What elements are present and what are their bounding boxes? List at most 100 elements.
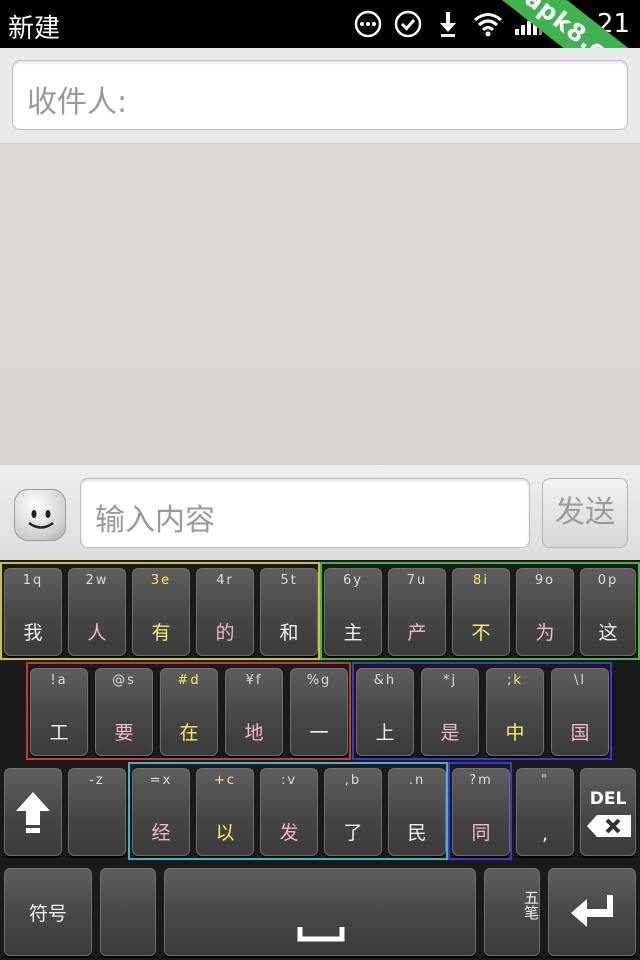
key-he[interactable]: 5t 和 [260,568,318,656]
recipient-bar: 收件人: [0,48,640,144]
key-sub-label: -z [89,773,105,788]
key-chan[interactable]: 7u 产 [388,568,446,656]
key-main-label: 我 [23,622,43,644]
key-main-label: 人 [87,622,107,644]
compose-bar: 输入内容 发送 [0,464,640,560]
key-sub-label: 8i [473,573,489,588]
key-main-label: 和 [279,622,299,644]
key-sub-label: *j [442,673,458,688]
key-main-label: 不 [471,622,491,644]
key-tong[interactable]: ?m 同 [452,768,510,856]
key-zhe[interactable]: 0p 这 [580,568,636,656]
smiley-icon[interactable] [14,489,66,541]
key-sub-label: 5t [280,573,298,588]
key-main-label: 民 [407,822,427,844]
key-main-label: 为 [535,622,555,644]
key-sub-label: 7u [406,573,428,588]
key-sub-label: ?m [469,773,493,788]
key-you[interactable]: 3e 有 [132,568,190,656]
key-bu[interactable]: 8i 不 [452,568,510,656]
key-sub-label: 4r [216,573,234,588]
key-yao[interactable]: @s 要 [95,668,153,756]
blank-key[interactable] [100,868,156,956]
key-sub-label: :v [280,773,298,788]
key-sub-label: 2w [85,573,109,588]
key-sub-label: ¥f [245,673,263,688]
key-fa[interactable]: :v 发 [260,768,318,856]
key-main-label: 产 [407,622,427,644]
symbol-label: 符号 [28,902,67,925]
key-main-label: 这 [598,622,618,644]
key-de[interactable]: 4r 的 [196,568,254,656]
space-key[interactable] [164,868,476,956]
key-zhong[interactable]: ;k 中 [486,668,544,756]
key-sub-label: @s [112,673,136,688]
key-wo[interactable]: 1q 我 [4,568,62,656]
key-z[interactable]: -z [68,768,126,856]
key-main-label: 发 [279,822,299,844]
key-main-label: 国 [570,722,590,744]
key-main-label: 是 [440,722,460,744]
key-shi[interactable]: *j 是 [421,668,479,756]
key-shang[interactable]: &h 上 [356,668,414,756]
more-circle-icon [353,9,383,39]
key-sub-label: +c [213,773,237,788]
key-main-label: 在 [179,722,199,744]
key-sub-label: 0p [597,573,619,588]
delete-key[interactable]: DEL [580,768,636,856]
key-main-label: 地 [244,722,264,744]
key-sub-label: " [541,773,549,788]
key-sub-label: =x [149,773,173,788]
recipient-input[interactable]: 收件人: [12,60,628,130]
input-mode-label: 五笔 [522,890,540,920]
enter-key[interactable] [548,868,636,956]
key-punct[interactable]: ", [516,768,574,856]
message-input[interactable]: 输入内容 [80,478,530,548]
key-le[interactable]: ,b 了 [324,768,382,856]
download-icon [433,9,463,39]
key-min[interactable]: .n 民 [388,768,446,856]
key-yi[interactable]: %g 一 [290,668,348,756]
key-main-label: , [541,823,549,845]
key-sub-label: \l [574,673,586,688]
enter-arrow-icon [549,869,635,955]
key-sub-label: 1q [22,573,44,588]
key-sub-label: 9o [534,573,556,588]
key-sub-label: #d [177,673,201,688]
key-main-label: 以 [215,822,235,844]
soft-keyboard: 1q 我 2w 人 3e 有 4r 的 5t 和 6y 主 7u 产 8i 不 9o 为 0p 这 … [0,560,640,960]
key-main-label: 工 [49,722,69,744]
send-button[interactable]: 发送 [542,478,628,548]
key-jing[interactable]: =x 经 [132,768,190,856]
key-sub-label: &h [373,673,397,688]
key-main-label: 经 [151,822,171,844]
input-mode-key[interactable]: 五笔 [484,868,540,956]
wifi-icon [473,9,503,39]
key-sub-label: !a [50,673,68,688]
key-ren[interactable]: 2w 人 [68,568,126,656]
key-gong[interactable]: !a 工 [30,668,88,756]
key-di[interactable]: ¥f 地 [225,668,283,756]
status-bar: 新建 21 apk8.com [0,0,640,113]
check-circle-icon [393,9,423,39]
key-main-label: 主 [343,622,363,644]
symbol-key[interactable]: 符号 [4,868,92,956]
key-sub-label: ,b [344,773,362,788]
key-sub-label: %g [306,673,332,688]
shift-arrow-icon [5,769,61,855]
shift-key[interactable] [4,768,62,856]
key-zai[interactable]: #d 在 [160,668,218,756]
message-thread-area [0,144,640,464]
key-wei[interactable]: 9o 为 [516,568,574,656]
key-main-label: 要 [114,722,134,744]
key-main-label: 的 [215,622,235,644]
key-main-label: 有 [151,622,171,644]
backspace-icon [585,813,633,843]
key-zhu[interactable]: 6y 主 [324,568,382,656]
key-sub-label: 6y [343,573,363,588]
key-guo[interactable]: \l 国 [551,668,609,756]
key-yi-yi[interactable]: +c 以 [196,768,254,856]
key-main-label: 上 [375,722,395,744]
key-sub-label: .n [408,773,426,788]
screen-title: 新建 [8,14,61,44]
